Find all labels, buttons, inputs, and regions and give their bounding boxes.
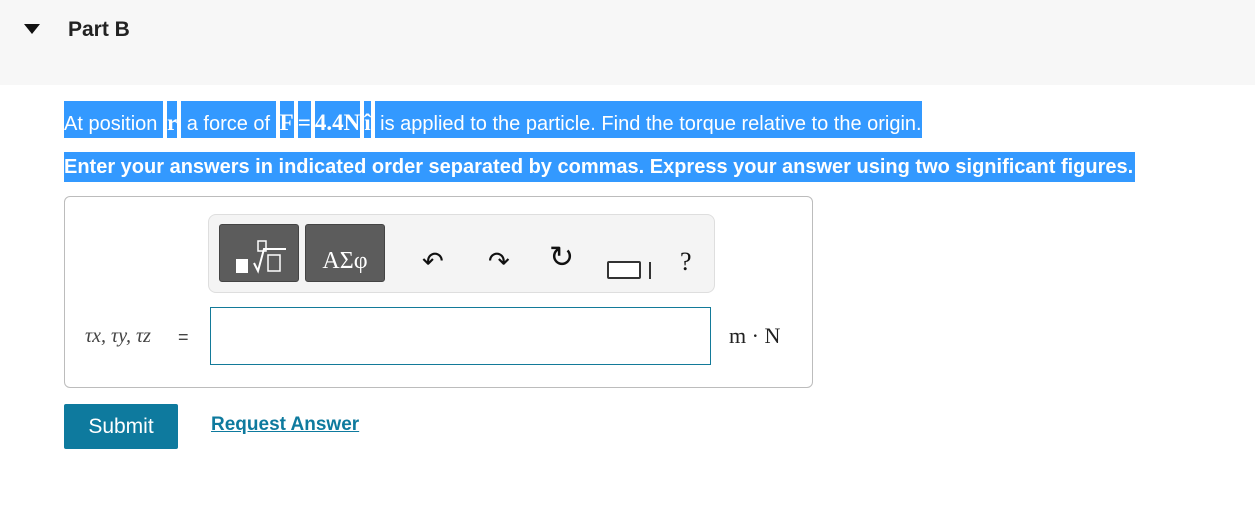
force-value: 4.4: [314, 110, 344, 135]
equals-sign: =: [297, 110, 311, 135]
math-toolbar: ΑΣφ ↶ ↷ ↻ ?: [208, 214, 715, 293]
templates-icon: [236, 240, 286, 274]
part-header[interactable]: Part B: [0, 0, 1255, 85]
force-unit: N: [343, 110, 361, 135]
position-symbol: r: [166, 110, 178, 135]
part-title: Part B: [68, 18, 130, 41]
keyboard-separator: [649, 262, 651, 279]
request-answer-link[interactable]: Request Answer: [211, 414, 359, 436]
question-prefix: At position: [64, 113, 163, 135]
greek-symbols-button[interactable]: ΑΣφ: [305, 224, 385, 282]
units-label: m · N: [729, 323, 781, 348]
redo-icon[interactable]: ↷: [488, 248, 510, 274]
answer-box: ΑΣφ ↶ ↷ ↻ ? τx, τy, τz = m · N: [64, 196, 813, 388]
question-text: At position r a force of F = 4.4N î is appl…: [64, 101, 922, 138]
force-symbol: F: [279, 110, 294, 135]
undo-icon[interactable]: ↶: [422, 248, 444, 274]
question-suffix: is applied to the particle. Find the tor…: [374, 113, 922, 135]
question-mid: a force of: [181, 113, 276, 135]
collapse-caret-icon[interactable]: [24, 24, 40, 34]
submit-button[interactable]: Submit: [64, 404, 178, 449]
templates-button[interactable]: [219, 224, 299, 282]
torque-components-label: τx, τy, τz: [85, 325, 151, 347]
answer-instructions: Enter your answers in indicated order se…: [64, 152, 1136, 182]
reset-icon[interactable]: ↻: [549, 243, 574, 273]
equals-label: =: [178, 327, 189, 347]
keyboard-icon[interactable]: [607, 261, 641, 279]
answer-input[interactable]: [210, 307, 711, 365]
help-icon[interactable]: ?: [680, 249, 692, 275]
